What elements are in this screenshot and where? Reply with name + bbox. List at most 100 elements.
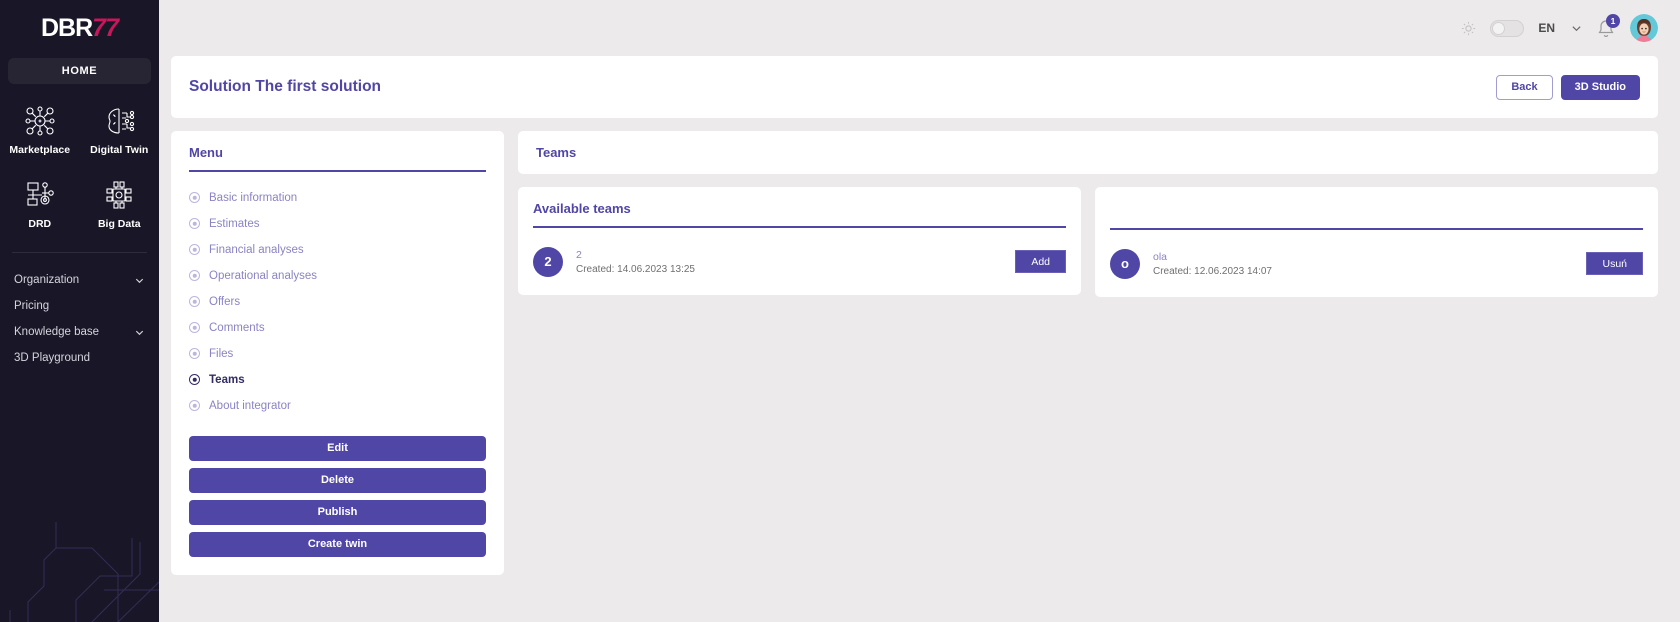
topbar: EN 1 [159, 0, 1680, 56]
menu-item-label: Teams [209, 373, 245, 386]
menu-item-offers[interactable]: Offers [189, 289, 486, 315]
sidebar-item-pricing[interactable]: Pricing [14, 293, 145, 319]
menu-actions: Edit Delete Publish Create twin [189, 435, 486, 557]
chevron-down-icon [135, 330, 144, 335]
menu-item-label: Operational analyses [209, 269, 318, 282]
page-title: Solution The first solution [189, 78, 382, 95]
sidebar-tile-label: DRD [28, 218, 52, 230]
sidebar-tile-drd[interactable]: DRD [0, 178, 80, 230]
sidebar-tiles: Marketplace Digital Twin DRD Big Data [0, 104, 159, 230]
teams-title: Teams [536, 145, 577, 160]
teams-header-card: Teams [518, 131, 1658, 174]
menu-item-comments[interactable]: Comments [189, 315, 486, 341]
digital-twin-icon [108, 108, 135, 134]
add-team-button[interactable]: Add [1015, 250, 1066, 273]
logo-text-primary: DBR [41, 13, 93, 42]
radio-icon [189, 270, 200, 281]
menu-item-estimates[interactable]: Estimates [189, 211, 486, 237]
logo[interactable]: DBR77 [0, 0, 159, 56]
chevron-down-icon [1572, 25, 1581, 31]
menu-item-label: Financial analyses [209, 243, 304, 256]
theme-toggle[interactable] [1490, 19, 1525, 37]
create-twin-button[interactable]: Create twin [189, 531, 486, 557]
marketplace-icon [25, 106, 55, 136]
logo-text-accent: 77 [92, 13, 119, 42]
sidebar: DBR77 HOME Marketplace Digital Twin DRD … [0, 0, 159, 622]
menu-item-label: Basic information [209, 191, 298, 204]
big-data-icon [106, 181, 132, 209]
menu-item-label: About integrator [209, 399, 291, 412]
menu-item-teams[interactable]: Teams [189, 367, 486, 393]
edit-button[interactable]: Edit [189, 435, 486, 461]
radio-icon [189, 374, 200, 385]
sidebar-item-label: Knowledge base [14, 326, 100, 338]
menu-item-operational-analyses[interactable]: Operational analyses [189, 263, 486, 289]
page-header-actions: Back 3D Studio [1496, 74, 1640, 100]
sidebar-tile-digital-twin[interactable]: Digital Twin [80, 104, 160, 156]
sidebar-home-button[interactable]: HOME [8, 58, 151, 84]
menu-item-about-integrator[interactable]: About integrator [189, 393, 486, 419]
radio-icon [189, 296, 200, 307]
assigned-teams-rule [1110, 228, 1643, 230]
sidebar-item-organization[interactable]: Organization [14, 267, 145, 293]
sidebar-tile-label: Big Data [97, 218, 141, 230]
language-label: EN [1538, 21, 1555, 35]
content-columns: Menu Basic information Estimates Financi… [171, 131, 1658, 575]
sidebar-item-label: Organization [14, 274, 80, 286]
teams-panels: Available teams 2 2 Created: 14.06.2023 … [518, 187, 1658, 297]
sidebar-divider [12, 252, 147, 253]
remove-team-button[interactable]: Usuń [1586, 252, 1643, 275]
radio-icon [189, 348, 200, 359]
sidebar-tile-label: Marketplace [9, 144, 71, 156]
notifications-button[interactable]: 1 [1596, 14, 1620, 39]
team-created-date: Created: 12.06.2023 14:07 [1153, 265, 1272, 277]
available-teams-panel: Available teams 2 2 Created: 14.06.2023 … [518, 187, 1081, 295]
assigned-teams-title-spacer [1110, 201, 1643, 228]
app-root: DBR77 HOME Marketplace Digital Twin DRD … [0, 0, 1680, 622]
sidebar-item-knowledge-base[interactable]: Knowledge base [14, 319, 145, 345]
sidebar-decoration [9, 522, 159, 622]
content-area: Solution The first solution Back 3D Stud… [159, 56, 1680, 622]
menu-title: Menu [189, 145, 223, 160]
team-meta: ola Created: 12.06.2023 14:07 [1153, 251, 1573, 277]
team-avatar: 2 [533, 246, 563, 277]
theme-toggle-knob [1492, 21, 1506, 35]
sidebar-item-label: 3D Playground [14, 352, 91, 364]
sun-icon[interactable] [1461, 21, 1476, 36]
menu-item-financial-analyses[interactable]: Financial analyses [189, 237, 486, 263]
delete-button[interactable]: Delete [189, 467, 486, 493]
main-area: EN 1 Solution The first solution Back 3D… [159, 0, 1680, 622]
page-header-card: Solution The first solution Back 3D Stud… [171, 56, 1658, 118]
table-row: 2 2 Created: 14.06.2023 13:25 Add [533, 246, 1066, 277]
team-avatar: o [1110, 248, 1140, 279]
menu-item-files[interactable]: Files [189, 341, 486, 367]
menu-item-label: Offers [209, 295, 241, 308]
user-avatar-icon [1630, 14, 1658, 42]
menu-item-label: Files [209, 347, 234, 360]
teams-column: Teams Available teams 2 2 Created: 14.06… [518, 131, 1658, 297]
3d-studio-button[interactable]: 3D Studio [1560, 74, 1640, 100]
sidebar-item-3d-playground[interactable]: 3D Playground [14, 345, 145, 371]
team-meta: 2 Created: 14.06.2023 13:25 [576, 249, 1002, 275]
assigned-teams-panel: o ola Created: 12.06.2023 14:07 Usuń [1095, 187, 1658, 297]
menu-item-basic-information[interactable]: Basic information [189, 185, 486, 211]
radio-icon [189, 244, 200, 255]
radio-icon [189, 322, 200, 333]
sidebar-tile-big-data[interactable]: Big Data [80, 178, 160, 230]
available-teams-title: Available teams [533, 201, 631, 216]
publish-button[interactable]: Publish [189, 499, 486, 525]
sidebar-tile-label: Digital Twin [90, 144, 149, 156]
radio-icon [189, 400, 200, 411]
language-selector[interactable]: EN [1538, 21, 1582, 35]
sidebar-tile-marketplace[interactable]: Marketplace [0, 104, 80, 156]
sidebar-home-label: HOME [61, 65, 98, 77]
back-button[interactable]: Back [1496, 74, 1553, 100]
chevron-down-icon [135, 278, 144, 283]
menu-item-label: Comments [209, 321, 265, 334]
team-name: 2 [576, 248, 582, 261]
drd-icon [27, 182, 54, 206]
avatar[interactable] [1630, 14, 1658, 42]
available-teams-rule [533, 226, 1066, 228]
notification-badge: 1 [1606, 14, 1620, 28]
menu-rule [189, 170, 486, 172]
